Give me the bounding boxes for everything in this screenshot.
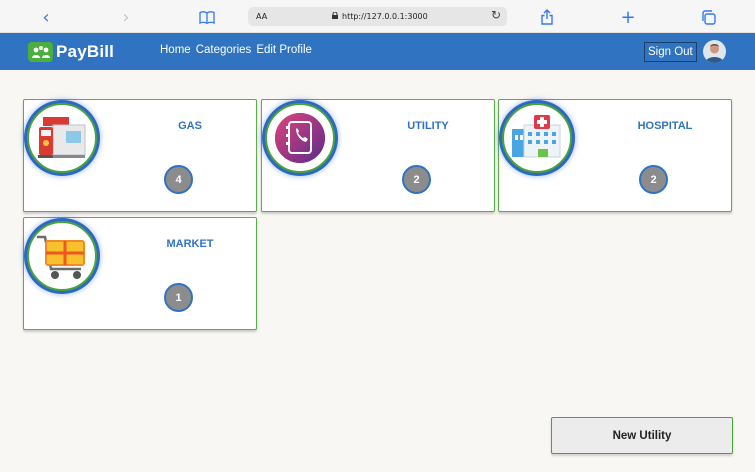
lock-icon: [332, 12, 338, 19]
url-text: http://127.0.0.1:3000: [342, 12, 428, 21]
share-icon[interactable]: [536, 6, 558, 28]
paybill-logo-icon: [28, 42, 53, 62]
category-card-utility[interactable]: UTILITY 2: [261, 99, 495, 212]
main-nav: Home Categories Edit Profile: [160, 44, 312, 56]
gas-station-icon: [27, 103, 97, 173]
hospital-icon: [502, 103, 572, 173]
category-count-badge: 1: [164, 283, 193, 312]
nav-edit-profile[interactable]: Edit Profile: [256, 44, 312, 56]
reload-icon[interactable]: ↻: [491, 8, 501, 22]
category-count-badge: 2: [639, 165, 668, 194]
sign-out-button[interactable]: Sign Out: [644, 42, 697, 62]
category-card-hospital[interactable]: HOSPITAL 2: [498, 99, 732, 212]
new-utility-button[interactable]: New Utility: [551, 417, 733, 454]
app-header: PayBill Home Categories Edit Profile Sig…: [0, 33, 755, 70]
back-icon[interactable]: ‹: [35, 6, 57, 28]
category-title: MARKET: [166, 238, 214, 250]
address-bar[interactable]: AA http://127.0.0.1:3000 ↻: [248, 7, 507, 26]
browser-toolbar: ‹ › AA http://127.0.0.1:3000 ↻ +: [0, 0, 755, 33]
text-size-button[interactable]: AA: [256, 12, 267, 21]
category-title: GAS: [178, 120, 202, 132]
category-card-gas[interactable]: GAS 4: [23, 99, 257, 212]
avatar[interactable]: [703, 40, 726, 63]
category-count-badge: 2: [402, 165, 431, 194]
category-title: HOSPITAL: [637, 120, 693, 132]
nav-home[interactable]: Home: [160, 44, 191, 56]
category-card-market[interactable]: MARKET 1: [23, 217, 257, 330]
category-title: UTILITY: [407, 120, 449, 132]
shopping-cart-icon: [27, 221, 97, 291]
bookmarks-icon[interactable]: [196, 6, 218, 28]
brand-logo[interactable]: PayBill: [28, 42, 114, 62]
phone-book-icon: [265, 103, 335, 173]
nav-categories[interactable]: Categories: [196, 44, 252, 56]
brand-name: PayBill: [56, 42, 115, 61]
category-count-badge: 4: [164, 165, 193, 194]
new-tab-icon[interactable]: +: [617, 6, 639, 28]
tabs-overview-icon[interactable]: [697, 6, 719, 28]
forward-icon[interactable]: ›: [115, 6, 137, 28]
